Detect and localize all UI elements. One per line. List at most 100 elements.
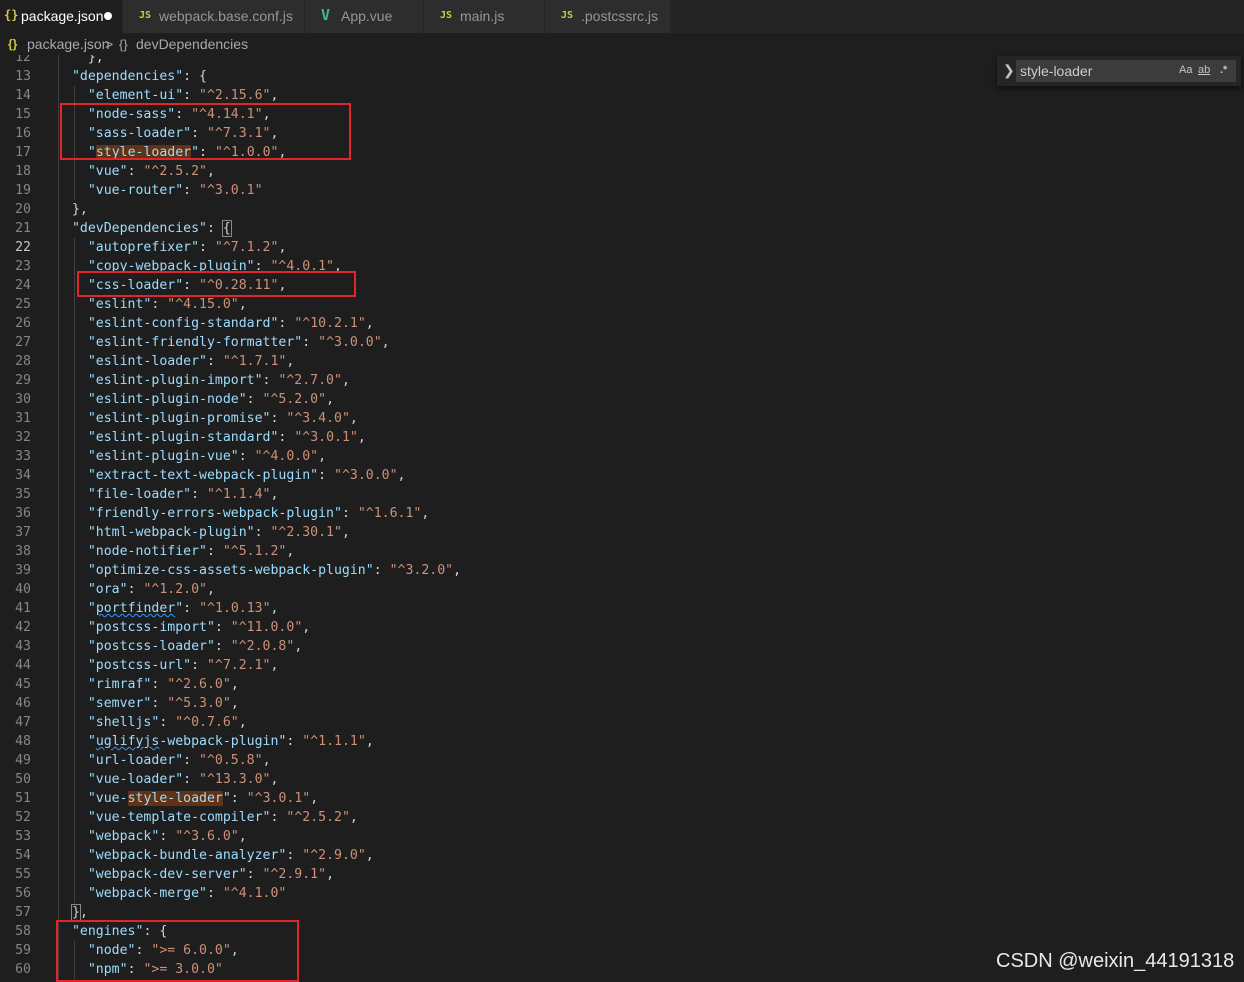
code-text: "friendly-errors-webpack-plugin": "^1.6.… — [87, 506, 430, 521]
tab-postcssrc-js[interactable]: JS .postcssrc.js — [545, 0, 671, 33]
line-number: 53 — [15, 829, 31, 844]
code-text: "file-loader": "^1.1.4", — [87, 487, 279, 502]
tab-label: App.vue — [341, 8, 393, 24]
regex-icon[interactable]: .* — [1220, 64, 1227, 76]
code-line[interactable]: 20 }, — [0, 200, 1244, 219]
tab-webpack-base-conf-js[interactable]: JS webpack.base.conf.js — [123, 0, 305, 33]
annotation-box-engines — [56, 920, 299, 982]
code-line[interactable]: 49 "url-loader": "^0.5.8", — [0, 751, 1244, 770]
line-number: 39 — [15, 563, 31, 578]
code-line[interactable]: 48 "uglifyjs-webpack-plugin": "^1.1.1", — [0, 732, 1244, 751]
code-text: }, — [56, 55, 104, 65]
tab-label: webpack.base.conf.js — [159, 8, 293, 24]
tab-package-json[interactable]: {} package.json — [0, 0, 123, 33]
code-line[interactable]: 44 "postcss-url": "^7.2.1", — [0, 656, 1244, 675]
breadcrumb: {} package.json > {} devDependencies — [0, 33, 1244, 55]
code-line[interactable]: 26 "eslint-config-standard": "^10.2.1", — [0, 314, 1244, 333]
code-line[interactable]: 54 "webpack-bundle-analyzer": "^2.9.0", — [0, 846, 1244, 865]
code-line[interactable]: 19 "vue-router": "^3.0.1" — [0, 181, 1244, 200]
code-line[interactable]: 50 "vue-loader": "^13.3.0", — [0, 770, 1244, 789]
code-text: "semver": "^5.3.0", — [87, 696, 239, 711]
breadcrumb-symbol[interactable]: devDependencies — [136, 36, 248, 52]
code-text: "vue-router": "^3.0.1" — [87, 183, 263, 198]
code-editor[interactable]: 12 }, 13 "dependencies": {14 "element-ui"… — [0, 55, 1244, 982]
code-line[interactable]: 37 "html-webpack-plugin": "^2.30.1", — [0, 523, 1244, 542]
code-text: "webpack-dev-server": "^2.9.1", — [87, 867, 335, 882]
line-number: 17 — [15, 145, 31, 160]
code-line[interactable]: 22 "autoprefixer": "^7.1.2", — [0, 238, 1244, 257]
match-case-icon[interactable]: Aa — [1179, 64, 1192, 76]
line-number: 14 — [15, 88, 31, 103]
line-number: 21 — [15, 221, 31, 236]
code-line[interactable]: 41 "portfinder": "^1.0.13", — [0, 599, 1244, 618]
code-line[interactable]: 52 "vue-template-compiler": "^2.5.2", — [0, 808, 1244, 827]
code-text: "eslint-loader": "^1.7.1", — [87, 354, 295, 369]
code-line[interactable]: 45 "rimraf": "^2.6.0", — [0, 675, 1244, 694]
line-number: 18 — [15, 164, 31, 179]
line-number: 20 — [15, 202, 31, 217]
whole-word-icon[interactable]: ab — [1198, 64, 1210, 76]
code-line[interactable]: 42 "postcss-import": "^11.0.0", — [0, 618, 1244, 637]
line-number: 29 — [15, 373, 31, 388]
code-line[interactable]: 53 "webpack": "^3.6.0", — [0, 827, 1244, 846]
line-number: 34 — [15, 468, 31, 483]
line-number: 45 — [15, 677, 31, 692]
code-line[interactable]: 32 "eslint-plugin-standard": "^3.0.1", — [0, 428, 1244, 447]
line-number: 19 — [15, 183, 31, 198]
code-text: "eslint-plugin-node": "^5.2.0", — [87, 392, 335, 407]
code-line[interactable]: 36 "friendly-errors-webpack-plugin": "^1… — [0, 504, 1244, 523]
line-number: 41 — [15, 601, 31, 616]
code-text: "eslint-plugin-import": "^2.7.0", — [87, 373, 350, 388]
code-text: "devDependencies": { — [71, 220, 232, 237]
code-line[interactable]: 47 "shelljs": "^0.7.6", — [0, 713, 1244, 732]
code-text: "eslint-config-standard": "^10.2.1", — [87, 316, 374, 331]
line-number: 13 — [15, 69, 31, 84]
toggle-replace-icon[interactable]: ❯ — [1003, 62, 1015, 79]
line-number: 30 — [15, 392, 31, 407]
line-number: 54 — [15, 848, 31, 863]
tab-label: main.js — [460, 8, 505, 24]
tab-label: .postcssrc.js — [581, 8, 659, 24]
breadcrumb-file[interactable]: package.json — [27, 36, 110, 52]
tab-app-vue[interactable]: V App.vue — [305, 0, 424, 33]
code-line[interactable]: 43 "postcss-loader": "^2.0.8", — [0, 637, 1244, 656]
code-text: "url-loader": "^0.5.8", — [87, 753, 271, 768]
unsaved-dot-icon[interactable] — [104, 12, 112, 20]
code-line[interactable]: 40 "ora": "^1.2.0", — [0, 580, 1244, 599]
code-line[interactable]: 33 "eslint-plugin-vue": "^4.0.0", — [0, 447, 1244, 466]
code-text: "vue-loader": "^13.3.0", — [87, 772, 279, 787]
code-line[interactable]: 27 "eslint-friendly-formatter": "^3.0.0"… — [0, 333, 1244, 352]
code-text: "postcss-url": "^7.2.1", — [87, 658, 279, 673]
code-line[interactable]: 25 "eslint": "^4.15.0", — [0, 295, 1244, 314]
code-line[interactable]: 55 "webpack-dev-server": "^2.9.1", — [0, 865, 1244, 884]
code-line[interactable]: 21 "devDependencies": { — [0, 219, 1244, 238]
code-text: "uglifyjs-webpack-plugin": "^1.1.1", — [87, 734, 374, 749]
line-number: 51 — [15, 791, 31, 806]
code-line[interactable]: 39 "optimize-css-assets-webpack-plugin":… — [0, 561, 1244, 580]
json-file-icon: {} — [4, 8, 19, 22]
code-line[interactable]: 46 "semver": "^5.3.0", — [0, 694, 1244, 713]
line-number: 47 — [15, 715, 31, 730]
line-number: 38 — [15, 544, 31, 559]
code-line[interactable]: 35 "file-loader": "^1.1.4", — [0, 485, 1244, 504]
line-number: 56 — [15, 886, 31, 901]
line-number: 60 — [15, 962, 31, 977]
line-number: 42 — [15, 620, 31, 635]
code-line[interactable]: 51 "vue-style-loader": "^3.0.1", — [0, 789, 1244, 808]
tab-main-js[interactable]: JS main.js — [424, 0, 545, 33]
code-line[interactable]: 30 "eslint-plugin-node": "^5.2.0", — [0, 390, 1244, 409]
code-text: "webpack": "^3.6.0", — [87, 829, 247, 844]
code-line[interactable]: 34 "extract-text-webpack-plugin": "^3.0.… — [0, 466, 1244, 485]
code-text: "node-notifier": "^5.1.2", — [87, 544, 295, 559]
annotation-box-css-loader — [77, 271, 356, 297]
code-line[interactable]: 56 "webpack-merge": "^4.1.0" — [0, 884, 1244, 903]
code-line[interactable]: 38 "node-notifier": "^5.1.2", — [0, 542, 1244, 561]
line-number: 15 — [15, 107, 31, 122]
code-line[interactable]: 29 "eslint-plugin-import": "^2.7.0", — [0, 371, 1244, 390]
code-line[interactable]: 18 "vue": "^2.5.2", — [0, 162, 1244, 181]
code-text: "portfinder": "^1.0.13", — [87, 601, 279, 616]
code-line[interactable]: 31 "eslint-plugin-promise": "^3.4.0", — [0, 409, 1244, 428]
code-text: "eslint-friendly-formatter": "^3.0.0", — [87, 335, 390, 350]
code-text: "postcss-loader": "^2.0.8", — [87, 639, 303, 654]
code-line[interactable]: 28 "eslint-loader": "^1.7.1", — [0, 352, 1244, 371]
